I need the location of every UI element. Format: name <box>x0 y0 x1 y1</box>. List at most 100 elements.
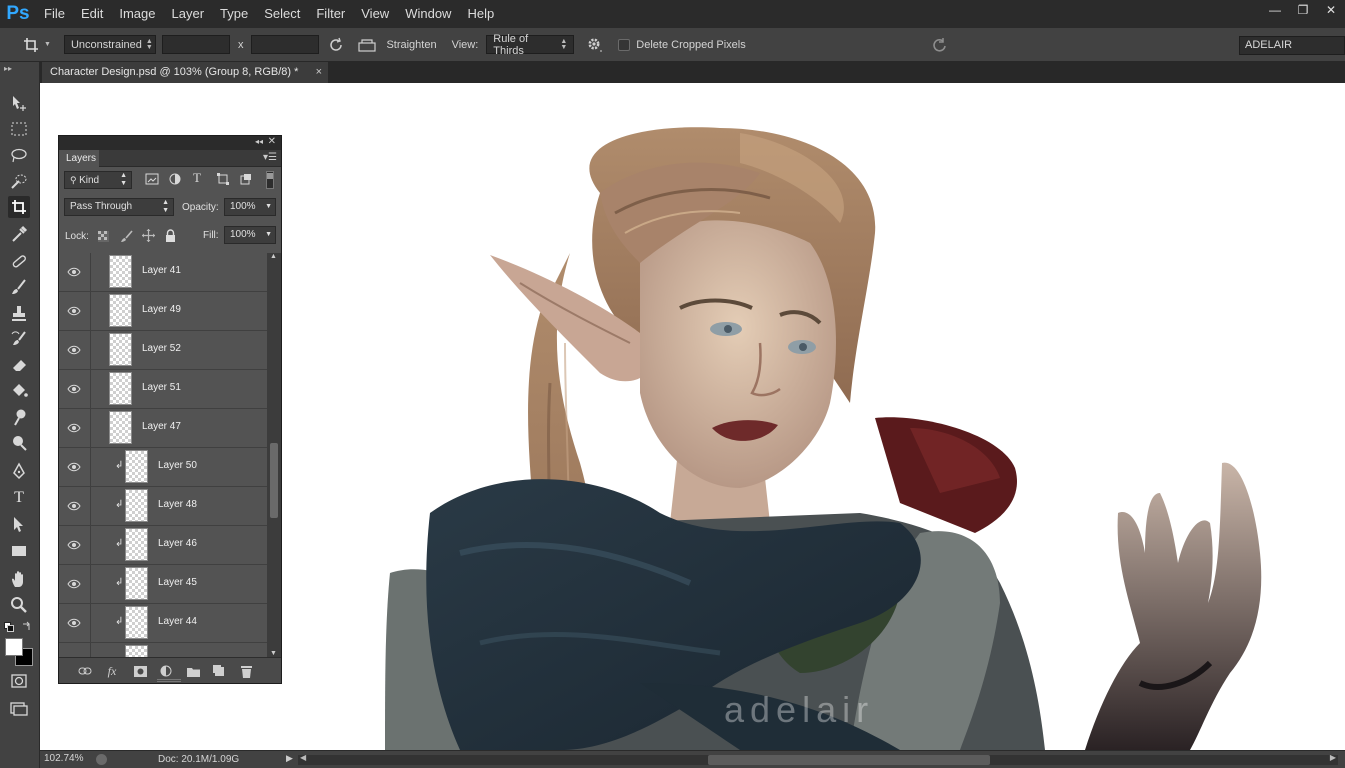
layer-row[interactable]: ↲ Layer 44 <box>59 604 267 643</box>
crop-tool-icon[interactable] <box>8 196 30 218</box>
straighten-icon[interactable] <box>358 38 377 52</box>
crop-height-field[interactable] <box>251 35 320 54</box>
visibility-eye-icon[interactable] <box>67 462 81 472</box>
visibility-eye-icon[interactable] <box>67 540 81 550</box>
chevron-down-icon[interactable]: ▼ <box>44 41 51 48</box>
move-tool-icon[interactable] <box>8 92 30 114</box>
zoom-level[interactable]: 102.74% <box>44 753 83 764</box>
reset-crop-icon[interactable] <box>931 37 949 53</box>
fill-field[interactable]: 100% ▼ <box>224 226 276 244</box>
quick-mask-icon[interactable] <box>8 670 30 692</box>
ratio-select[interactable]: Unconstrained ▲ ▼ <box>63 35 156 54</box>
dodge-tool-icon[interactable] <box>8 432 30 454</box>
chevron-down-icon[interactable]: ▼ <box>265 199 272 215</box>
chevron-down-icon[interactable]: ▼ <box>265 227 272 243</box>
document-tab[interactable]: Character Design.psd @ 103% (Group 8, RG… <box>42 62 328 83</box>
layer-name[interactable]: Layer 44 <box>158 616 197 627</box>
filter-kind-select[interactable]: ⚲ Kind ▲ ▼ <box>64 171 132 189</box>
history-brush-tool-icon[interactable] <box>8 328 30 350</box>
filter-pixel-icon[interactable] <box>145 173 159 185</box>
healing-brush-tool-icon[interactable] <box>8 250 30 272</box>
blend-mode-select[interactable]: Pass Through ▲ ▼ <box>64 198 174 216</box>
eraser-tool-icon[interactable] <box>8 354 30 376</box>
close-tab-icon[interactable]: × <box>316 62 322 83</box>
layer-row[interactable]: ↲ Layer 46 <box>59 526 267 565</box>
lock-position-icon[interactable] <box>142 229 155 242</box>
status-info-icon[interactable] <box>96 754 107 765</box>
default-colors-icon[interactable] <box>4 622 14 632</box>
layer-name[interactable]: Layer 45 <box>158 577 197 588</box>
restore-button[interactable]: ❐ <box>1289 0 1317 20</box>
menu-view[interactable]: View <box>353 0 397 28</box>
straighten-button[interactable]: Straighten <box>386 39 436 51</box>
filter-adjustment-icon[interactable] <box>169 173 181 185</box>
menu-image[interactable]: Image <box>111 0 163 28</box>
visibility-eye-icon[interactable] <box>67 267 81 277</box>
marquee-tool-icon[interactable] <box>8 118 30 140</box>
type-tool-icon[interactable]: T <box>8 487 30 509</box>
scroll-up-icon[interactable]: ▲ <box>270 253 277 260</box>
crop-width-field[interactable] <box>161 35 230 54</box>
opacity-field[interactable]: 100% ▼ <box>224 198 276 216</box>
visibility-eye-icon[interactable] <box>67 306 81 316</box>
layer-thumbnail[interactable] <box>125 645 148 657</box>
layers-scrollbar[interactable]: ▲ ▼ <box>267 253 281 657</box>
layer-name[interactable]: Layer 51 <box>142 382 181 393</box>
collapse-panel-icon[interactable]: ◂◂ <box>255 137 263 146</box>
panel-menu-icon[interactable]: ▾☰ <box>263 152 277 163</box>
gear-icon[interactable] <box>586 36 604 54</box>
menu-layer[interactable]: Layer <box>164 0 213 28</box>
swap-dimensions-icon[interactable] <box>328 37 344 53</box>
quick-selection-tool-icon[interactable] <box>8 170 30 192</box>
filter-toggle-switch[interactable] <box>266 171 274 189</box>
lock-image-pixels-icon[interactable] <box>120 230 133 243</box>
layer-name[interactable]: Layer 52 <box>142 343 181 354</box>
visibility-eye-icon[interactable] <box>67 384 81 394</box>
overlay-view-select[interactable]: Rule of Thirds ▲ ▼ <box>486 33 575 57</box>
layer-style-fx-button[interactable]: fx <box>105 664 119 678</box>
new-group-folder-icon[interactable] <box>186 664 200 678</box>
horizontal-scroll-thumb[interactable] <box>708 755 990 765</box>
layer-thumbnail[interactable] <box>109 411 132 444</box>
screen-mode-icon[interactable] <box>8 698 30 720</box>
layer-row[interactable]: ↲ Layer 48 <box>59 487 267 526</box>
layer-thumbnail[interactable] <box>125 528 148 561</box>
zoom-tool-icon[interactable] <box>8 594 30 616</box>
layer-name[interactable]: Layer 49 <box>142 304 181 315</box>
delete-layer-trash-icon[interactable] <box>239 664 253 678</box>
scroll-right-icon[interactable]: ▶ <box>1330 753 1336 762</box>
hand-tool-icon[interactable] <box>8 568 30 590</box>
swap-colors-icon[interactable] <box>22 621 32 631</box>
new-layer-icon[interactable] <box>212 664 226 678</box>
add-mask-icon[interactable] <box>133 664 147 678</box>
layer-thumbnail[interactable] <box>109 255 132 288</box>
layer-row[interactable]: Layer 47 <box>59 409 267 448</box>
close-panel-icon[interactable]: ✕ <box>268 136 276 147</box>
minimize-button[interactable]: — <box>1261 0 1289 20</box>
panel-resize-grip[interactable] <box>157 679 181 682</box>
pen-tool-icon[interactable] <box>8 460 30 482</box>
rectangle-tool-icon[interactable] <box>8 540 30 562</box>
workspace-switcher[interactable]: ADELAIR <box>1239 36 1345 55</box>
layer-name[interactable]: Layer 47 <box>142 421 181 432</box>
paint-bucket-tool-icon[interactable] <box>8 380 30 402</box>
tab-layers[interactable]: Layers <box>59 150 99 167</box>
adjustment-layer-icon[interactable] <box>159 664 173 678</box>
layer-thumbnail[interactable] <box>109 294 132 327</box>
smudge-tool-icon[interactable] <box>8 406 30 428</box>
status-menu-arrow-icon[interactable]: ▶ <box>286 753 293 764</box>
layer-name[interactable]: Layer 46 <box>158 538 197 549</box>
horizontal-scrollbar[interactable]: ◀ ▶ <box>298 753 1338 765</box>
close-button[interactable]: ✕ <box>1317 0 1345 20</box>
clone-stamp-tool-icon[interactable] <box>8 302 30 324</box>
scroll-down-icon[interactable]: ▼ <box>270 650 277 657</box>
layer-row[interactable]: Layer 51 <box>59 370 267 409</box>
layer-row[interactable]: Layer 49 <box>59 292 267 331</box>
visibility-eye-icon[interactable] <box>67 423 81 433</box>
menu-select[interactable]: Select <box>256 0 308 28</box>
layer-name[interactable]: Layer 50 <box>158 460 197 471</box>
menu-window[interactable]: Window <box>397 0 459 28</box>
layer-name[interactable]: Layer 48 <box>158 499 197 510</box>
menu-help[interactable]: Help <box>459 0 502 28</box>
menu-filter[interactable]: Filter <box>308 0 353 28</box>
